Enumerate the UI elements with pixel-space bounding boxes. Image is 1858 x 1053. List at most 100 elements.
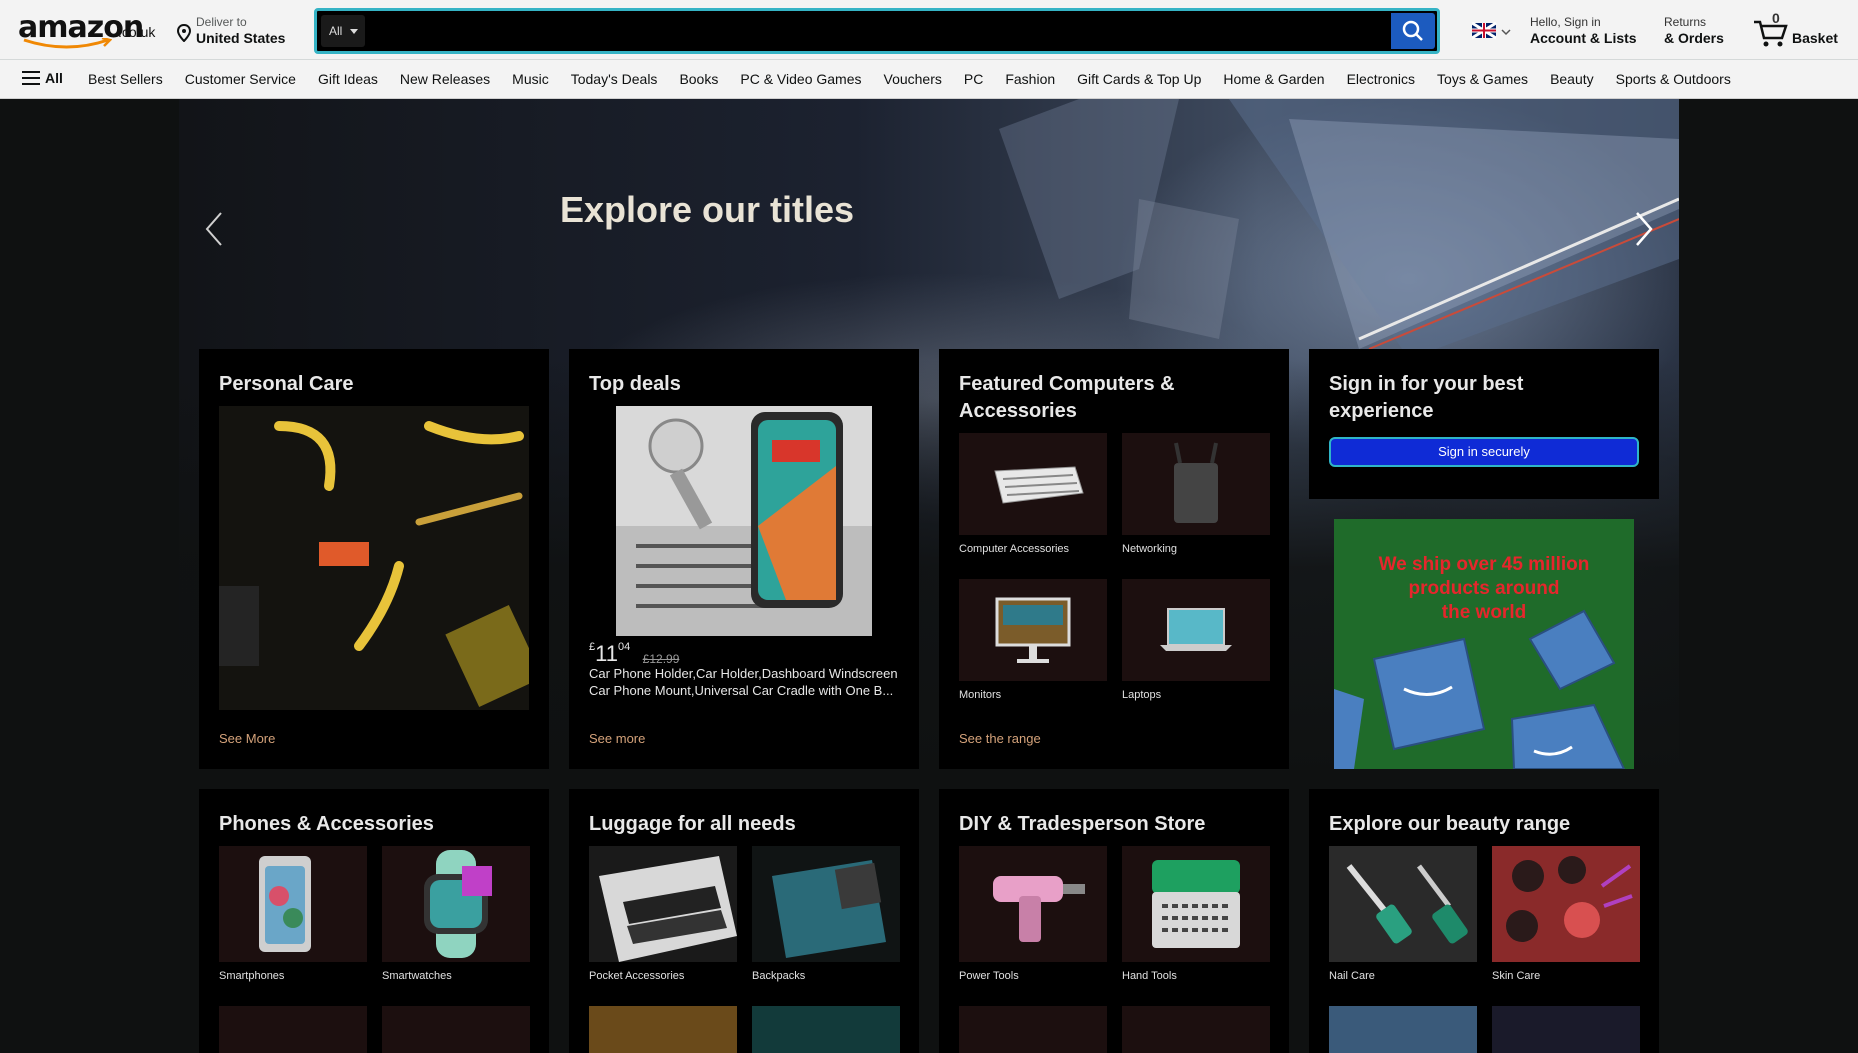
carousel-next-icon[interactable] [1629,209,1659,249]
language-flag-selector[interactable] [1471,21,1514,40]
tile-skin-care[interactable]: Skin Care [1492,846,1640,982]
tile-image [219,846,367,962]
card-title: DIY & Tradesperson Store [959,813,1206,835]
card-title: Sign in for your best experience [1329,371,1523,425]
search-category-dropdown[interactable]: All [321,15,365,47]
card-top-deals: Top deals £1104 £12.99 Car Phone Holder,… [569,349,919,769]
returns-and-orders[interactable]: Returns & Orders [1664,14,1738,48]
tile-monitors[interactable]: Monitors [959,579,1107,701]
basket-button[interactable]: 0 Basket [1752,10,1852,50]
nav-link-pc-video-games[interactable]: PC & Video Games [740,71,861,87]
tile-networking[interactable]: Networking [1122,433,1270,555]
card-diy-tradesperson: DIY & Tradesperson Store Power Tools Han… [939,789,1289,1053]
personal-care-image[interactable] [219,406,529,710]
tile-caption: Backpacks [752,970,806,982]
account-and-lists[interactable]: Hello, Sign in Account & Lists [1530,14,1650,48]
tile-caption: Networking [1122,543,1178,555]
router-icon [1174,442,1218,523]
smartwatch-icon [424,850,492,958]
nav-link-music[interactable]: Music [512,71,549,87]
card-phones-accessories: Phones & Accessories Smartphones Smartwa… [199,789,549,1053]
nav-link-books[interactable]: Books [679,71,718,87]
tile-image [382,846,530,962]
tile-smartphones[interactable]: Smartphones [219,846,367,982]
search-icon [1402,20,1423,41]
drill-icon [993,876,1085,942]
price-whole: 11 [595,641,618,666]
nav-link-customer-service[interactable]: Customer Service [185,71,296,87]
tile-backpacks[interactable]: Backpacks [752,846,900,982]
location-pin-icon [176,24,192,42]
shipping-boxes-illustration [1334,609,1626,769]
tile-row-partial [589,1006,737,1053]
nav-link-beauty[interactable]: Beauty [1550,71,1594,87]
tile-caption: Nail Care [1329,970,1375,982]
tile-smartwatches[interactable]: Smartwatches [382,846,530,982]
deal-product-image[interactable] [616,406,872,636]
see-the-range-link[interactable]: See the range [959,731,1041,746]
tile-laptops[interactable]: Laptops [1122,579,1270,701]
card-beauty-range: Explore our beauty range Nail Care Skin … [1309,789,1659,1053]
nav-link-electronics[interactable]: Electronics [1347,71,1415,87]
deliver-to-selector[interactable]: Deliver to United States [176,12,296,50]
tile-row-partial [1492,1006,1640,1053]
tile-caption: Power Tools [959,970,1019,982]
tile-image [1122,433,1270,535]
search-bar: All [314,8,1440,54]
skincare-jars-icon [1506,856,1633,942]
see-more-link[interactable]: See more [589,731,645,746]
nav-link-new-releases[interactable]: New Releases [400,71,490,87]
wallet-icon [599,856,737,962]
orders-label: & Orders [1664,30,1724,46]
nav-link-todays-deals[interactable]: Today's Deals [571,71,658,87]
card-personal-care: Personal Care See More [199,349,549,769]
nav-link-toys-games[interactable]: Toys & Games [1437,71,1528,87]
hero-title: Explore our titles [560,189,855,230]
nav-link-fashion[interactable]: Fashion [1005,71,1055,87]
flossers-illustration [219,421,529,708]
tile-caption: Computer Accessories [959,543,1070,555]
toolbox-icon [1152,860,1240,948]
nav-link-home-garden[interactable]: Home & Garden [1223,71,1324,87]
tile-pocket-accessories[interactable]: Pocket Accessories [589,846,737,982]
tile-hand-tools[interactable]: Hand Tools [1122,846,1270,982]
tile-row-partial [1122,1006,1270,1053]
product-title-line-2: Car Phone Mount,Universal Car Cradle wit… [589,683,894,698]
account-label: Account & Lists [1530,30,1637,46]
basket-label: Basket [1792,30,1838,46]
tile-row-partial [1329,1006,1477,1053]
laptop-icon [1160,608,1232,651]
uk-flag-icon [1471,21,1511,40]
search-button[interactable] [1391,13,1435,49]
tile-image [959,579,1107,681]
deliver-to-label: Deliver to [196,15,247,29]
keyboard-icon [994,466,1084,504]
shipping-ad-banner[interactable]: We ship over 45 million products around … [1334,519,1634,769]
price-was: £12.99 [642,652,680,666]
tile-computer-accessories[interactable]: Computer Accessories [959,433,1107,555]
tile-caption: Hand Tools [1122,970,1177,982]
nav-link-sports-outdoors[interactable]: Sports & Outdoors [1616,71,1731,87]
backpack-icon [772,860,886,958]
amazon-logo[interactable]: amazon .co.uk [14,8,160,50]
tile-caption: Pocket Accessories [589,970,685,982]
search-input[interactable] [369,13,1377,49]
product-title-line-1: Car Phone Holder,Car Holder,Dashboard Wi… [589,666,898,681]
nav-link-vouchers[interactable]: Vouchers [884,71,942,87]
nav-link-gift-ideas[interactable]: Gift Ideas [318,71,378,87]
nav-link-pc[interactable]: PC [964,71,983,87]
see-more-link[interactable]: See More [219,731,275,746]
carousel-previous-icon[interactable] [199,209,229,249]
deal-product-title[interactable]: Car Phone Holder,Car Holder,Dashboard Wi… [589,665,901,699]
department-links: Best Sellers Customer Service Gift Ideas… [88,71,1753,87]
monitor-icon [995,597,1071,663]
search-category-label: All [329,24,343,38]
nav-link-gift-cards[interactable]: Gift Cards & Top Up [1077,71,1201,87]
hamburger-icon [22,71,40,85]
tile-caption: Smartphones [219,970,285,982]
tile-nail-care[interactable]: Nail Care [1329,846,1477,982]
nav-link-best-sellers[interactable]: Best Sellers [88,71,163,87]
sign-in-securely-button[interactable]: Sign in securely [1329,437,1639,467]
tile-power-tools[interactable]: Power Tools [959,846,1107,982]
all-menu-button[interactable]: All [22,70,63,86]
